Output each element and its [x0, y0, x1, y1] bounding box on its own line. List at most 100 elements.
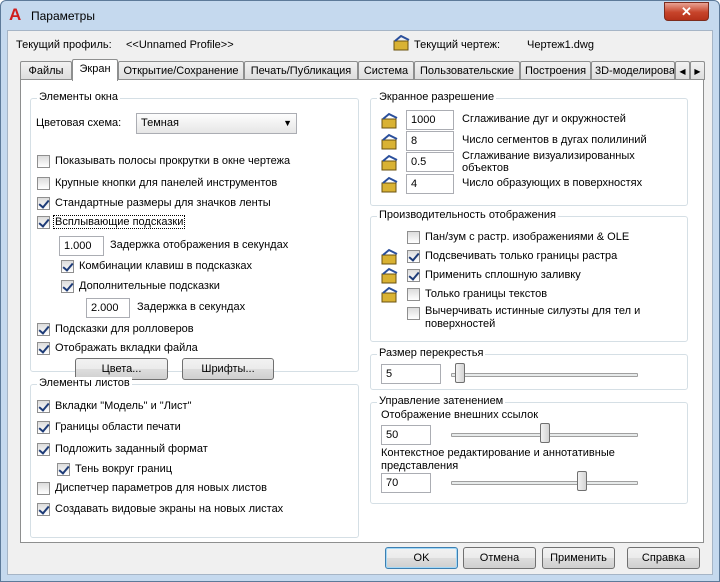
color-scheme-select[interactable]: Темная ▼: [136, 113, 297, 134]
crosshair-size-title: Размер перекрестья: [377, 347, 486, 359]
display-performance-title: Производительность отображения: [377, 209, 558, 221]
file-tabs-checkbox[interactable]: [37, 342, 50, 355]
silhouettes-checkbox[interactable]: [407, 307, 420, 320]
arc-smoothness-input[interactable]: 1000: [406, 110, 454, 130]
scrollbars-checkbox[interactable]: [37, 155, 50, 168]
model-layout-tabs-label: Вкладки "Модель" и "Лист": [55, 400, 192, 412]
rollover-checkbox[interactable]: [37, 323, 50, 336]
highlight-raster-frame-checkbox[interactable]: [407, 250, 420, 263]
ribbon-icons-checkbox[interactable]: [37, 197, 50, 210]
paper-background-checkbox[interactable]: [37, 443, 50, 456]
window-title: Параметры: [31, 9, 95, 23]
display-resolution-group: Экранное разрешение 1000 Сглаживание дуг…: [370, 91, 688, 206]
tab-plot-publish[interactable]: Печать/Публикация: [244, 61, 358, 80]
fonts-button[interactable]: Шрифты...: [182, 358, 274, 380]
tab-scroll-right-button[interactable]: ▶: [690, 61, 705, 80]
xref-fade-input[interactable]: 50: [381, 425, 431, 445]
layout-elements-title: Элементы листов: [37, 377, 132, 389]
tooltip-delay-label: Задержка отображения в секундах: [110, 239, 289, 251]
viewports-label: Создавать видовые экраны на новых листах: [55, 503, 284, 515]
close-button[interactable]: ✕: [664, 2, 709, 21]
current-drawing-value: Чертеж1.dwg: [527, 39, 594, 51]
printable-area-checkbox[interactable]: [37, 421, 50, 434]
tab-scroll-left-button[interactable]: ◀: [675, 61, 690, 80]
tab-open-save[interactable]: Открытие/Сохранение: [118, 61, 244, 80]
crosshair-size-slider[interactable]: [451, 373, 638, 377]
highlight-raster-frame-label: Подсвечивать только границы растра: [425, 250, 618, 262]
extended-tooltips-label: Дополнительные подсказки: [79, 280, 220, 292]
rendered-smoothness-label: Сглаживание визуализированных объектов: [462, 150, 635, 174]
scrollbars-label: Показывать полосы прокрутки в окне черте…: [55, 155, 291, 167]
tab-user-preferences[interactable]: Пользовательские: [414, 61, 520, 80]
help-button[interactable]: Справка: [627, 547, 700, 569]
tab-3d-modeling[interactable]: 3D-моделирова: [591, 61, 675, 80]
polyline-segments-input[interactable]: 8: [406, 131, 454, 151]
tab-system[interactable]: Система: [358, 61, 414, 80]
drawing-icon: [381, 267, 398, 284]
solid-fill-checkbox[interactable]: [407, 269, 420, 282]
display-tab-panel: Элементы окна Цветовая схема: Темная ▼ П…: [20, 79, 704, 543]
tooltips-checkbox[interactable]: [37, 216, 50, 229]
xref-fade-slider-thumb[interactable]: [539, 423, 550, 443]
large-buttons-checkbox[interactable]: [37, 177, 50, 190]
inplace-fade-label: Контекстное редактирование и аннотативны…: [381, 447, 615, 472]
tab-display[interactable]: Экран: [72, 59, 118, 81]
text-boundary-label: Только границы текстов: [425, 288, 548, 300]
extended-tooltips-checkbox[interactable]: [61, 280, 74, 293]
drawing-icon: [381, 133, 398, 150]
file-tabs-label: Отображать вкладки файла: [55, 342, 198, 354]
drawing-icon: [393, 35, 410, 51]
crosshair-size-slider-thumb[interactable]: [455, 363, 466, 383]
tab-drafting[interactable]: Построения: [520, 61, 591, 80]
apply-button[interactable]: Применить: [542, 547, 615, 569]
ok-button[interactable]: OK: [385, 547, 458, 569]
display-performance-group: Производительность отображения Пан/зум с…: [370, 209, 688, 342]
dialog-client: Текущий профиль: <<Unnamed Profile>> Тек…: [7, 30, 713, 575]
rendered-smoothness-input[interactable]: 0.5: [406, 152, 454, 172]
paper-shadow-checkbox[interactable]: [57, 463, 70, 476]
inplace-fade-slider-thumb[interactable]: [576, 471, 587, 491]
display-resolution-title: Экранное разрешение: [377, 91, 497, 103]
drawing-icon: [381, 176, 398, 193]
text-boundary-checkbox[interactable]: [407, 288, 420, 301]
crosshair-size-input[interactable]: 5: [381, 364, 441, 384]
inplace-fade-input[interactable]: 70: [381, 473, 431, 493]
chevron-down-icon: ▼: [283, 118, 292, 128]
pan-zoom-raster-checkbox[interactable]: [407, 231, 420, 244]
tab-strip: Файлы Экран Открытие/Сохранение Печать/П…: [20, 59, 706, 81]
silhouettes-label: Вычерчивать истинные силуэты для тел и п…: [425, 305, 641, 330]
current-drawing-label: Текущий чертеж:: [414, 39, 501, 51]
drawing-icon: [381, 112, 398, 129]
current-profile-label: Текущий профиль:: [16, 39, 112, 51]
drawing-icon: [381, 154, 398, 171]
crosshair-size-group: Размер перекрестья 5: [370, 347, 688, 390]
pan-zoom-raster-label: Пан/зум с растр. изображениями & OLE: [425, 231, 630, 243]
page-setup-checkbox[interactable]: [37, 482, 50, 495]
tooltip-delay-input[interactable]: 1.000: [59, 236, 104, 256]
paper-background-label: Подложить заданный формат: [55, 443, 208, 455]
arc-smoothness-label: Сглаживание дуг и окружностей: [462, 113, 626, 125]
color-scheme-value: Темная: [141, 117, 179, 129]
model-layout-tabs-checkbox[interactable]: [37, 400, 50, 413]
tooltips-label: Всплывающие подсказки: [53, 215, 186, 229]
viewports-checkbox[interactable]: [37, 503, 50, 516]
page-setup-label: Диспетчер параметров для новых листов: [55, 482, 267, 494]
options-dialog: A Параметры ✕ Текущий профиль: <<Unnamed…: [0, 0, 720, 582]
current-profile-value: <<Unnamed Profile>>: [126, 39, 234, 51]
large-buttons-label: Крупные кнопки для панелей инструментов: [55, 177, 278, 189]
surface-contour-input[interactable]: 4: [406, 174, 454, 194]
polyline-segments-label: Число сегментов в дугах полилиний: [462, 134, 647, 146]
extended-delay-input[interactable]: 2.000: [86, 298, 130, 318]
shortcut-keys-checkbox[interactable]: [61, 260, 74, 273]
cancel-button[interactable]: Отмена: [463, 547, 536, 569]
rollover-label: Подсказки для ролловеров: [55, 323, 194, 335]
inplace-fade-slider[interactable]: [451, 481, 638, 485]
window-elements-title: Элементы окна: [37, 91, 120, 103]
drawing-icon: [381, 286, 398, 303]
color-scheme-label: Цветовая схема:: [36, 117, 122, 129]
surface-contour-label: Число образующих в поверхностях: [462, 177, 643, 189]
tab-files[interactable]: Файлы: [20, 61, 72, 80]
drawing-icon: [381, 248, 398, 265]
fade-control-title: Управление затенением: [377, 395, 506, 407]
printable-area-label: Границы области печати: [55, 421, 181, 433]
